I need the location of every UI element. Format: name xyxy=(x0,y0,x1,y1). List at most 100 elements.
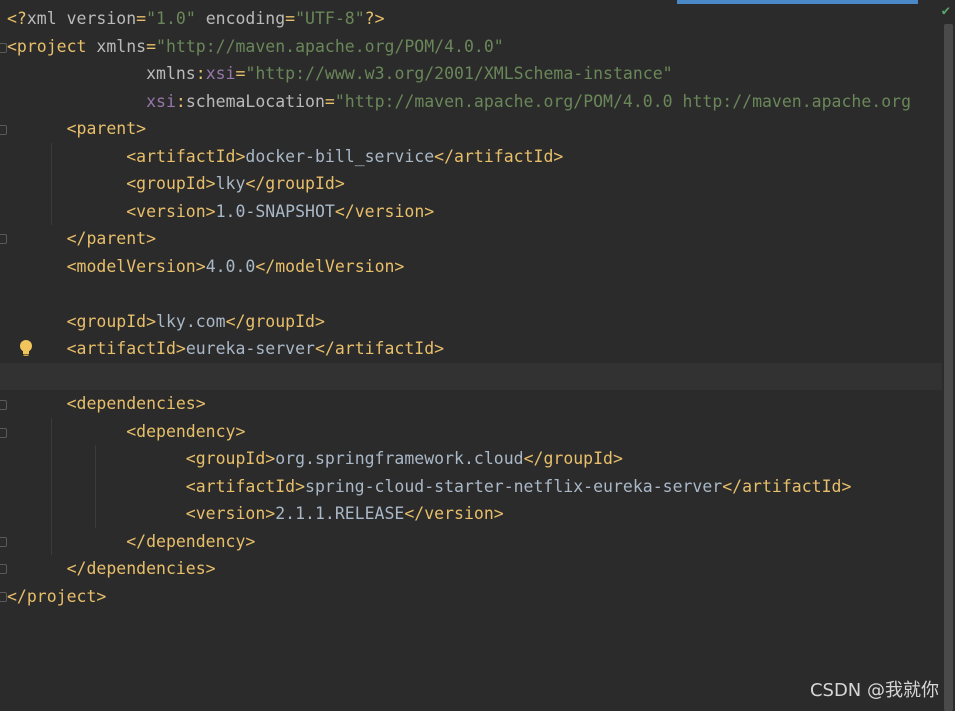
code-token: </version> xyxy=(334,201,435,221)
code-line[interactable] xyxy=(0,280,942,307)
code-line[interactable]: </project> xyxy=(0,583,942,610)
fold-marker-icon[interactable] xyxy=(0,536,7,547)
code-text: xsi:schemaLocation="http://maven.apache.… xyxy=(7,88,911,115)
code-token: lky.com xyxy=(156,311,226,331)
code-token: = xyxy=(136,9,147,28)
code-token: </groupId> xyxy=(523,449,623,468)
code-line[interactable]: </dependency> xyxy=(0,528,942,555)
code-line[interactable]: <dependencies> xyxy=(0,390,942,417)
code-token: </artifactId> xyxy=(314,339,445,358)
code-token: xmlns xyxy=(86,36,147,56)
tab-bar xyxy=(0,0,955,4)
code-line[interactable]: <artifactId>docker-bill_service</artifac… xyxy=(0,143,942,170)
code-token: <version> xyxy=(7,504,276,523)
code-token: <dependency> xyxy=(7,421,246,441)
code-text: xmlns:xsi="http://www.w3.org/2001/XMLSch… xyxy=(7,60,673,87)
fold-marker-icon[interactable] xyxy=(0,234,7,244)
code-token: "UTF-8" xyxy=(295,9,365,28)
code-text: <groupId>lky</groupId> xyxy=(7,170,345,197)
code-token: ?> xyxy=(364,9,385,28)
code-line[interactable]: <groupId>org.springframework.cloud</grou… xyxy=(0,445,942,472)
code-line[interactable]: <?xml version="1.0" encoding="UTF-8"?> xyxy=(0,5,942,32)
code-text: <parent> xyxy=(7,115,146,142)
code-line[interactable] xyxy=(0,362,942,390)
code-token: <parent> xyxy=(7,119,147,138)
code-token: "http://maven.apache.org/POM/4.0.0" xyxy=(156,36,504,56)
code-text: <dependency> xyxy=(7,418,245,445)
code-token: : xyxy=(195,64,206,83)
code-text: <modelVersion>4.0.0</modelVersion> xyxy=(7,253,405,280)
code-line[interactable]: <parent> xyxy=(0,115,942,142)
code-token: <artifactId> xyxy=(7,146,246,166)
code-token: xsi xyxy=(7,91,176,111)
code-token: docker-bill_service xyxy=(245,146,435,166)
code-text: <version>1.0-SNAPSHOT</version> xyxy=(7,198,434,225)
indent-guide xyxy=(51,142,52,225)
code-line[interactable]: <groupId>lky.com</groupId> xyxy=(0,308,942,335)
code-text: </dependency> xyxy=(7,528,255,555)
code-token: schemaLocation xyxy=(185,91,325,111)
fold-marker-icon[interactable] xyxy=(0,564,7,574)
code-token: "http://maven.apache.org/POM/4.0.0 http:… xyxy=(334,91,912,111)
code-token: </artifactId> xyxy=(722,476,852,496)
code-text: <?xml version="1.0" encoding="UTF-8"?> xyxy=(7,5,385,32)
code-token: </groupId> xyxy=(245,174,345,193)
code-token: = xyxy=(146,36,157,56)
code-token: : xyxy=(175,91,186,111)
code-token: <version> xyxy=(7,201,216,221)
code-line[interactable]: <project xmlns="http://maven.apache.org/… xyxy=(0,33,942,60)
code-text: <artifactId>spring-cloud-starter-netflix… xyxy=(7,473,852,500)
code-token: = xyxy=(285,9,296,28)
code-token: xsi xyxy=(205,64,236,83)
code-token: </version> xyxy=(404,504,504,523)
code-token: lky xyxy=(215,174,246,193)
code-line[interactable]: xmlns:xsi="http://www.w3.org/2001/XMLSch… xyxy=(0,60,942,87)
code-editor[interactable]: <?xml version="1.0" encoding="UTF-8"?> <p… xyxy=(0,5,942,711)
code-token: <project xyxy=(7,36,87,56)
code-line[interactable]: <modelVersion>4.0.0</modelVersion> xyxy=(0,253,942,280)
indent-guide xyxy=(51,417,52,555)
code-token: </groupId> xyxy=(225,311,325,331)
code-token: = xyxy=(324,91,335,111)
code-token: spring-cloud-starter-netflix-eureka-serv… xyxy=(305,476,723,496)
fold-marker-icon[interactable] xyxy=(0,42,7,53)
code-line[interactable]: <version>1.0-SNAPSHOT</version> xyxy=(0,198,942,225)
code-token: <groupId> xyxy=(7,174,216,193)
code-line[interactable]: </dependencies> xyxy=(0,555,942,582)
indent-guide xyxy=(95,445,96,528)
scrollbar-thumb[interactable] xyxy=(944,24,953,711)
code-token: encoding xyxy=(195,9,286,28)
code-token: 2.1.1.RELEASE xyxy=(275,504,405,523)
code-line[interactable]: <version>2.1.1.RELEASE</version> xyxy=(0,500,942,527)
code-line[interactable]: <artifactId>eureka-server</artifactId> xyxy=(0,335,942,362)
code-text: <artifactId>eureka-server</artifactId> xyxy=(7,335,445,362)
code-token: </parent> xyxy=(7,229,157,248)
fold-marker-icon[interactable] xyxy=(0,125,7,135)
code-token: </modelVersion> xyxy=(255,256,405,276)
code-text: </project> xyxy=(7,583,106,610)
code-line[interactable]: xsi:schemaLocation="http://maven.apache.… xyxy=(0,88,942,115)
watermark: CSDN @我就你 xyxy=(809,680,939,701)
inspection-ok-icon[interactable]: ✔ xyxy=(942,3,950,19)
code-token: <modelVersion> xyxy=(7,256,206,276)
fold-marker-icon[interactable] xyxy=(0,400,7,410)
code-token: <? xyxy=(7,9,27,28)
active-tab-indicator[interactable] xyxy=(677,0,918,4)
code-text: </dependencies> xyxy=(7,555,216,582)
lightbulb-icon[interactable] xyxy=(18,339,34,359)
code-token: = xyxy=(235,64,246,83)
code-token: </dependency> xyxy=(7,531,256,551)
code-token: "http://www.w3.org/2001/XMLSchema-instan… xyxy=(245,64,673,83)
code-line[interactable]: <artifactId>spring-cloud-starter-netflix… xyxy=(0,473,942,500)
code-token: xml version xyxy=(26,9,137,28)
code-text: <dependencies> xyxy=(7,390,206,417)
code-text: <project xmlns="http://maven.apache.org/… xyxy=(7,33,504,60)
code-token: "1.0" xyxy=(146,9,196,28)
code-line[interactable]: <dependency> xyxy=(0,418,942,445)
code-token: <dependencies> xyxy=(7,394,206,413)
code-line[interactable]: <groupId>lky</groupId> xyxy=(0,170,942,197)
fold-marker-icon[interactable] xyxy=(0,427,7,438)
fold-marker-icon[interactable] xyxy=(0,591,7,602)
code-line[interactable]: </parent> xyxy=(0,225,942,252)
code-text: <artifactId>docker-bill_service</artifac… xyxy=(7,143,563,170)
